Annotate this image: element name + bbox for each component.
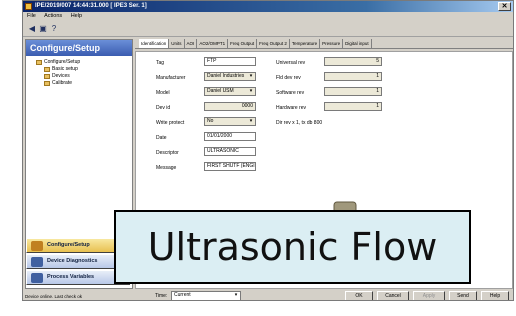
date-field[interactable]: 01/01/2000 (204, 132, 256, 141)
menu-tree: Configure/Setup Basic setup Devices Cali… (26, 56, 132, 87)
tab-freq-output[interactable]: Freq Output (228, 39, 258, 48)
apply-button[interactable]: Apply (413, 291, 445, 300)
hardware-rev-field: 1 (324, 102, 382, 111)
field-label: Tag (156, 60, 165, 66)
field-label: Universal rev (276, 60, 306, 66)
tab-units[interactable]: Units (169, 39, 185, 48)
tab-digital-input[interactable]: Digital input (343, 39, 372, 48)
field-label: Write protect (156, 120, 185, 126)
manufacturer-field[interactable]: Daniel Industries ▾ (204, 72, 256, 81)
back-icon[interactable]: ◀ (27, 24, 37, 34)
descriptor-field[interactable]: ULTRASONIC (204, 147, 256, 156)
tag-field[interactable]: FTP (204, 57, 256, 66)
tree-item-configure[interactable]: Configure/Setup (32, 59, 132, 66)
dropdown-arrow-icon: ▾ (249, 73, 253, 79)
field-label: Hardware rev (276, 105, 307, 111)
universal-rev-field: 5 (324, 57, 382, 66)
field-label: Descriptor (156, 150, 179, 156)
dev-id-field: 0000 (204, 102, 256, 111)
tree-item-devices[interactable]: Devices (32, 73, 132, 80)
dropdown-arrow-icon: ▾ (234, 292, 238, 298)
tab-ao2[interactable]: AO2/OMPT1 (197, 39, 229, 48)
tab-identification[interactable]: Identification (139, 39, 170, 48)
fld-dev-rev-field: 1 (324, 72, 382, 81)
tree-item-calibrate[interactable]: Calibrate (32, 80, 132, 87)
status-bar: Device online. Last check ok (25, 294, 83, 299)
time-select[interactable]: Current ▾ (171, 291, 241, 300)
tab-pressure[interactable]: Pressure (320, 39, 344, 48)
diagnostics-icon (31, 257, 43, 267)
model-field[interactable]: Daniel USM ▾ (204, 87, 256, 96)
field-label: Software rev (276, 90, 305, 96)
tab-temperature[interactable]: Temperature (290, 39, 321, 48)
variables-icon (31, 273, 43, 283)
field-label: Manufacturer (156, 75, 186, 81)
menu-help[interactable]: Help (71, 13, 82, 19)
window-title: IPE/2019/007 14:44:31.000 [ IPE3 Ser. 1] (35, 3, 147, 9)
title-bar: IPE/2019/007 14:44:31.000 [ IPE3 Ser. 1]… (23, 1, 513, 12)
ok-button[interactable]: OK (345, 291, 373, 300)
panel-header: Configure/Setup (26, 40, 132, 56)
bottom-bar: Time: Current ▾ OK Cancel Apply Send Help (135, 291, 513, 300)
folder-icon (44, 74, 50, 79)
tab-strip: Identification Units AOI AO2/OMPT1 Freq Outp… (135, 39, 513, 49)
tree-item-basic-setup[interactable]: Basic setup (32, 66, 132, 73)
field-label: Date (156, 135, 167, 141)
write-protect-field[interactable]: No ▾ (204, 117, 256, 126)
cancel-button[interactable]: Cancel (377, 291, 409, 300)
tab-aoi[interactable]: AOI (185, 39, 198, 48)
folder-icon (44, 81, 50, 86)
folder-icon (44, 67, 50, 72)
folder-icon (36, 60, 42, 65)
dropdown-arrow-icon: ▾ (249, 88, 253, 94)
software-rev-field: 1 (324, 87, 382, 96)
field-label: Model (156, 90, 170, 96)
menu-file[interactable]: File (27, 13, 36, 19)
info-note: Dir rev x 1, tx db 800 (276, 120, 323, 126)
field-label: Fld dev rev (276, 75, 301, 81)
tab-freq-output-2[interactable]: Freq Output 2 (257, 39, 290, 48)
menu-bar: File Actions Help (23, 12, 513, 21)
field-label: Dev id (156, 105, 171, 111)
caption-overlay: Ultrasonic Flow (114, 210, 471, 284)
toolbar: ◀ ▣ ? (23, 21, 513, 37)
menu-actions[interactable]: Actions (44, 13, 62, 19)
wrench-icon (31, 241, 43, 251)
time-label: Time: (155, 293, 168, 299)
help-icon[interactable]: ? (49, 24, 59, 34)
send-button[interactable]: Send (449, 291, 477, 300)
device-icon[interactable]: ▣ (38, 24, 48, 34)
app-icon (25, 3, 32, 10)
dropdown-arrow-icon: ▾ (249, 118, 253, 124)
field-label: Message (156, 165, 177, 171)
help-button[interactable]: Help (481, 291, 509, 300)
close-button[interactable]: ✕ (498, 2, 511, 11)
message-field[interactable]: FIRST SHUTF (ENGINE) (204, 162, 256, 171)
